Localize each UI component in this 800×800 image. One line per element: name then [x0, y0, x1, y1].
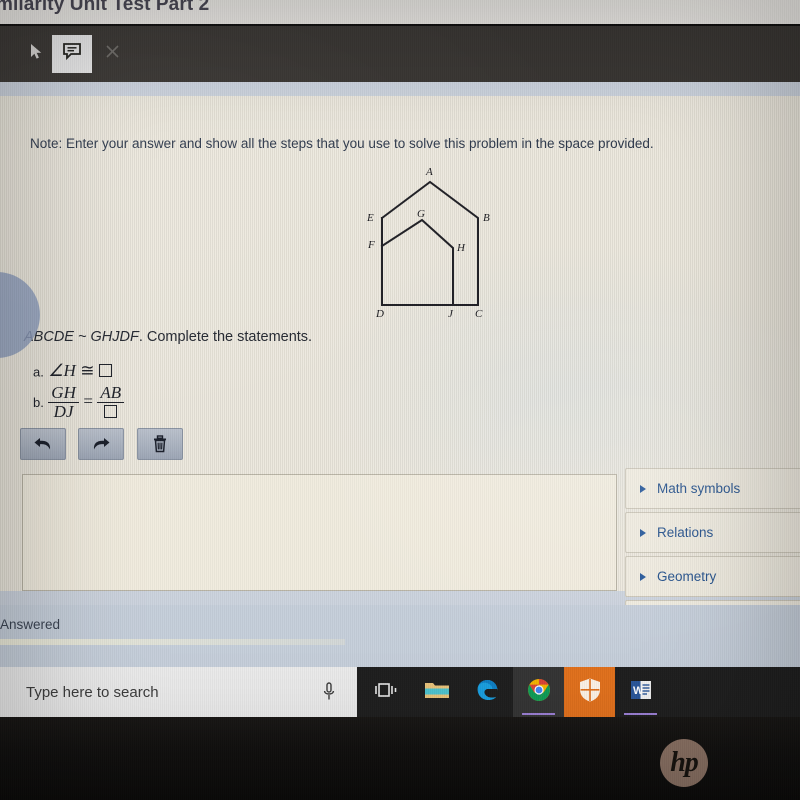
- edge-icon: [475, 677, 501, 708]
- chevron-right-icon: [640, 484, 646, 493]
- chevron-right-icon: [640, 572, 646, 581]
- hp-logo: hp: [660, 739, 708, 787]
- similarity-statement: ABCDE ~ GHJDF. Complete the statements.: [24, 329, 312, 345]
- svg-text:W: W: [633, 685, 644, 697]
- status-badge: Answered: [0, 617, 61, 632]
- word-icon: W: [629, 678, 653, 707]
- comment-tool-button[interactable]: [52, 35, 92, 73]
- accordion-geometry[interactable]: Geometry: [625, 556, 800, 597]
- question-sheet: Note: Enter your answer and show all the…: [0, 96, 800, 605]
- search-placeholder: Type here to search: [26, 683, 159, 701]
- fraction-right: AB: [97, 383, 125, 421]
- answer-input-area[interactable]: [22, 474, 617, 591]
- cursor-tool-button[interactable]: [16, 35, 56, 73]
- app-title-bar: milarity Unit Test Part 2: [0, 0, 800, 24]
- comment-note-icon: [62, 42, 82, 66]
- answer-blank-a[interactable]: [98, 364, 112, 377]
- accordion-math-symbols[interactable]: Math symbols: [625, 468, 800, 509]
- accordion-geometry-label: Geometry: [657, 569, 717, 584]
- shield-icon: [578, 677, 602, 708]
- editor-button-group: [20, 428, 191, 460]
- chrome-active-underline: [522, 712, 555, 715]
- close-annotation-button[interactable]: [92, 35, 132, 73]
- answer-blank-b[interactable]: [104, 404, 118, 418]
- accordion-math-symbols-label: Math symbols: [657, 481, 741, 496]
- statement-b-label: b.: [33, 394, 44, 410]
- similarity-relation: ABCDE ~ GHJDF: [24, 329, 139, 345]
- windows-taskbar: Type here to search W: [0, 667, 800, 717]
- question-status-bar: Answered: [0, 605, 800, 667]
- fraction-left-numerator: GH: [51, 383, 76, 402]
- task-view-icon: [374, 680, 398, 705]
- chrome-icon: [526, 677, 552, 708]
- figure-label-D: D: [376, 308, 384, 320]
- screen-photo: milarity Unit Test Part 2 Note: Enter yo…: [0, 0, 800, 800]
- defender-button[interactable]: [564, 667, 615, 717]
- fraction-right-numerator: AB: [100, 383, 122, 402]
- equals-symbol: =: [83, 391, 93, 411]
- annotation-toolbar: [0, 26, 800, 82]
- figure-label-A: A: [426, 166, 433, 178]
- figure-label-E: E: [367, 212, 374, 224]
- symbol-palette-panel: Math symbols Relations Geometry: [625, 468, 800, 605]
- figure-svg: [380, 180, 479, 306]
- angle-symbol: ∠: [48, 361, 64, 380]
- statement-a: a. ∠H ≅: [33, 361, 112, 381]
- edge-button[interactable]: [462, 667, 513, 717]
- word-button[interactable]: W: [615, 667, 666, 717]
- geometry-figure: A B C D E F G H J: [360, 166, 505, 323]
- statement-a-vertex: H: [63, 361, 76, 380]
- figure-label-G: G: [417, 208, 425, 220]
- question-page: Note: Enter your answer and show all the…: [0, 82, 800, 605]
- figure-label-C: C: [475, 308, 483, 320]
- laptop-bezel: hp: [0, 717, 800, 800]
- fraction-left-denominator: DJ: [48, 401, 79, 421]
- close-x-icon: [105, 44, 120, 64]
- word-active-underline: [624, 712, 657, 715]
- figure-label-J: J: [448, 308, 453, 320]
- fraction-left: GH DJ: [48, 384, 79, 421]
- figure-label-F: F: [368, 239, 375, 251]
- folder-icon: [424, 679, 450, 705]
- redo-button[interactable]: [78, 428, 125, 460]
- microphone-icon[interactable]: [323, 682, 335, 707]
- hp-logo-text: hp: [670, 747, 699, 778]
- instruction-note: Note: Enter your answer and show all the…: [30, 136, 654, 151]
- accordion-relations[interactable]: Relations: [625, 512, 800, 553]
- delete-button[interactable]: [136, 428, 183, 460]
- figure-label-H: H: [457, 242, 465, 254]
- taskbar-button-group: W: [360, 667, 666, 717]
- page-title: milarity Unit Test Part 2: [0, 0, 210, 15]
- figure-label-B: B: [483, 212, 490, 224]
- glare-streak: [0, 639, 345, 645]
- task-view-button[interactable]: [360, 667, 411, 717]
- chrome-button[interactable]: [513, 667, 564, 717]
- file-explorer-button[interactable]: [411, 667, 462, 717]
- undo-button[interactable]: [20, 428, 66, 460]
- chevron-right-icon: [640, 528, 646, 537]
- congruent-symbol: ≅: [80, 361, 95, 380]
- accordion-relations-label: Relations: [657, 525, 714, 540]
- cursor-arrow-icon: [30, 43, 43, 65]
- statement-a-label: a.: [33, 364, 44, 380]
- search-input[interactable]: Type here to search: [0, 667, 357, 717]
- similarity-instruction: . Complete the statements.: [138, 329, 313, 345]
- statement-b: b. GH DJ = AB: [33, 383, 125, 421]
- fraction-right-denominator: [97, 401, 125, 421]
